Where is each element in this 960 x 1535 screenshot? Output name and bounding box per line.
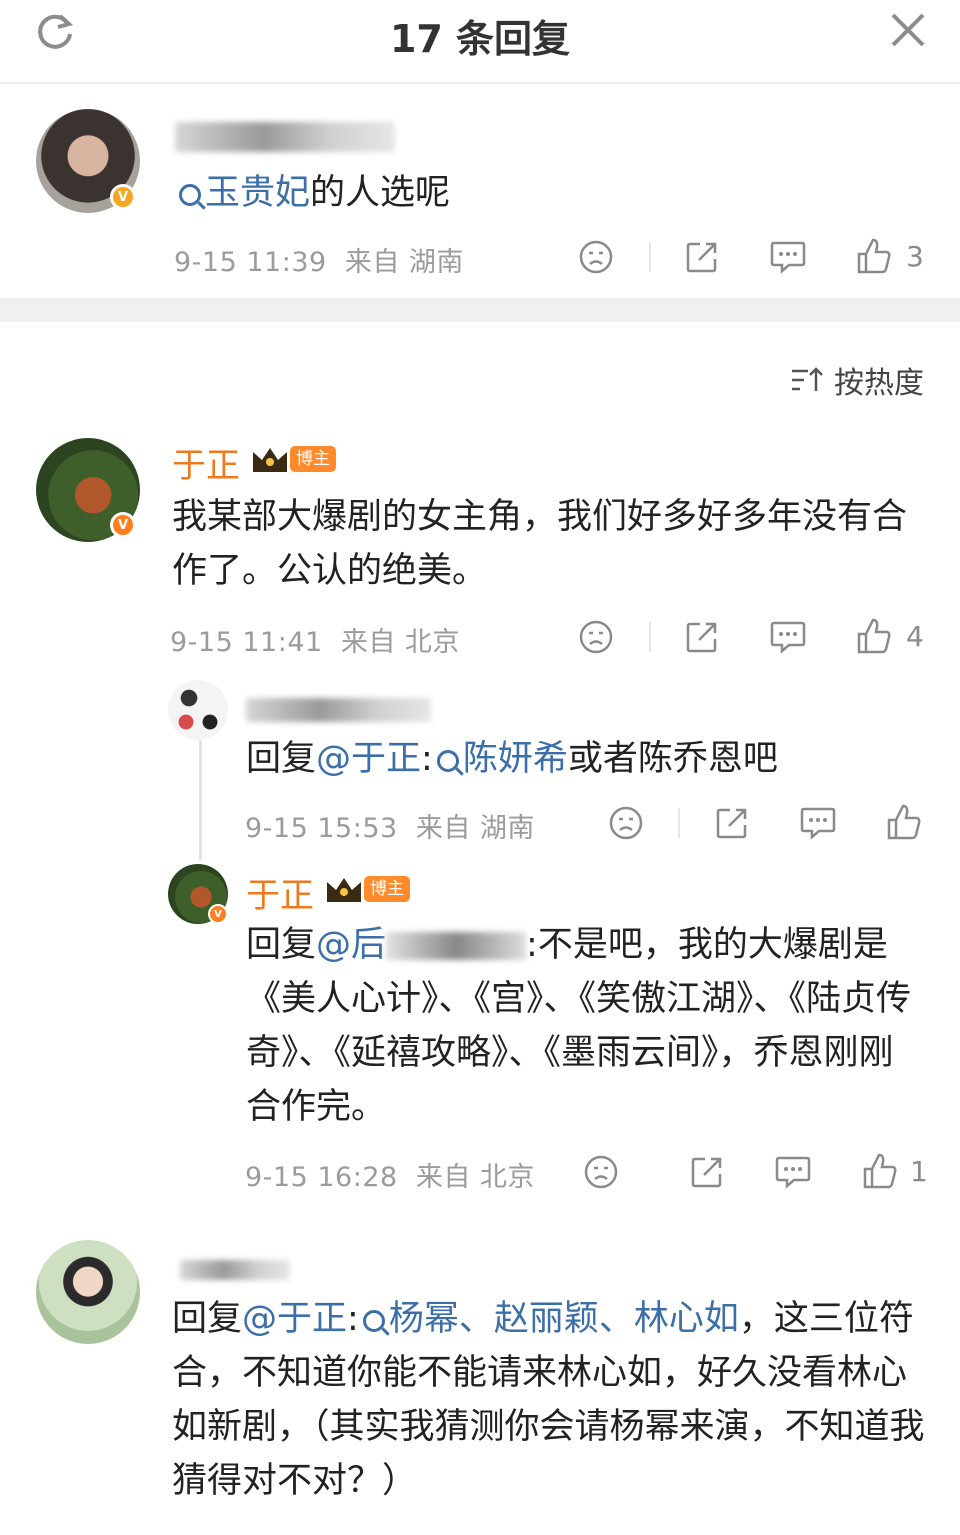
dislike-icon[interactable]	[578, 239, 614, 275]
topic-link[interactable]: 玉贵妃	[205, 173, 310, 213]
like-icon[interactable]	[886, 803, 922, 841]
search-icon	[362, 1310, 385, 1332]
comment-item: 回复@于正: 杨幂、赵丽颖、林心如，这三位符合，不知道你能不能请来林心如，好久没看…	[0, 1238, 960, 1535]
like-icon	[857, 238, 891, 274]
comment-meta: 9-15 11:39 来自 湖南	[174, 247, 464, 278]
username-blurred	[175, 122, 395, 152]
comment-item: V 于正 博主 我某部大爆剧的女主角，我们好多好多年没有合作了。公认的绝美。 9…	[0, 430, 960, 660]
divider	[649, 622, 651, 652]
mention-link[interactable]: @于正	[316, 739, 421, 779]
dislike-icon[interactable]	[583, 1154, 619, 1190]
comment-meta: 9-15 15:53 来自 湖南	[245, 813, 535, 844]
dislike-icon[interactable]	[608, 805, 644, 841]
share-icon[interactable]	[684, 239, 720, 275]
search-icon	[179, 184, 201, 206]
like-count: 1	[910, 1154, 928, 1188]
separator: 、	[458, 1299, 494, 1339]
verified-badge: V	[208, 904, 228, 924]
comment-text: 回复@于正: 杨幂、赵丽颖、林心如，这三位符合，不知道你能不能请来林心如，好久没看…	[172, 1299, 925, 1501]
topic-link[interactable]: 赵丽颖	[494, 1299, 599, 1339]
like-count: 3	[906, 239, 924, 273]
crown-icon	[327, 878, 361, 902]
share-icon[interactable]	[689, 1154, 725, 1190]
username[interactable]: 于正	[172, 438, 240, 487]
reply-item: 回复@于正: 陈妍希或者陈乔恩吧 9-15 15:53 来自 湖南	[0, 676, 960, 856]
comment-text: 我某部大爆剧的女主角，我们好多好多年没有合作了。公认的绝美。	[172, 497, 908, 591]
comment-text: 玉贵妃的人选呢	[175, 166, 450, 220]
mention-link[interactable]: @后	[316, 925, 386, 965]
divider	[678, 808, 680, 838]
page-title: 17 条回复	[389, 17, 571, 61]
comment-meta: 9-15 11:41 来自 北京	[170, 627, 460, 658]
like-icon	[863, 1153, 897, 1189]
avatar[interactable]	[36, 1240, 140, 1344]
topic-link[interactable]: 陈妍希	[463, 739, 568, 779]
share-icon[interactable]	[714, 805, 750, 841]
section-divider	[0, 298, 960, 322]
like-count: 4	[906, 619, 924, 653]
author-badge: 博主	[290, 446, 336, 472]
comment-meta: 9-15 16:28 来自 北京	[245, 1162, 535, 1193]
sort-control[interactable]: 按热度	[790, 358, 924, 402]
author-badge: 博主	[364, 876, 410, 902]
like-button[interactable]: 3	[856, 237, 924, 275]
like-button[interactable]: 1	[862, 1152, 928, 1190]
like-button[interactable]: 4	[856, 617, 924, 655]
topic-link[interactable]: 杨幂	[389, 1299, 459, 1339]
verified-badge: V	[110, 512, 136, 538]
divider	[649, 242, 651, 272]
username-blurred	[246, 698, 431, 722]
avatar[interactable]	[168, 680, 228, 740]
share-icon[interactable]	[684, 619, 720, 655]
sort-icon	[792, 367, 823, 391]
verified-badge: V	[110, 184, 136, 210]
like-icon	[857, 618, 891, 654]
crown-icon	[253, 448, 287, 472]
mention-link[interactable]: @于正	[242, 1299, 347, 1339]
topic-link[interactable]: 林心如	[634, 1299, 739, 1339]
header-bar: 17 条回复	[0, 0, 960, 84]
search-icon	[436, 750, 459, 772]
username-blurred	[180, 1260, 290, 1280]
comment-text: 回复@于正: 陈妍希或者陈乔恩吧	[246, 739, 778, 779]
username[interactable]: 于正	[246, 868, 314, 917]
comment-icon[interactable]	[799, 805, 837, 841]
dislike-icon[interactable]	[578, 619, 614, 655]
reply-item: V 于正 博主 回复@后:不是吧，我的大爆剧是《美人心计》、《宫》、《笑傲江湖》…	[0, 862, 960, 1207]
comment-icon[interactable]	[774, 1154, 812, 1190]
comment-text: 回复@后:不是吧，我的大爆剧是《美人心计》、《宫》、《笑傲江湖》、《陆贞传奇》、…	[246, 925, 912, 1127]
comment-icon[interactable]	[769, 239, 807, 275]
close-icon[interactable]	[888, 10, 928, 50]
username-blurred	[386, 932, 527, 960]
root-comment: V 玉贵妃的人选呢 9-15 11:39 来自 湖南 3	[0, 84, 960, 298]
separator: 、	[598, 1299, 634, 1339]
comment-icon[interactable]	[769, 619, 807, 655]
sort-label: 按热度	[834, 366, 924, 401]
